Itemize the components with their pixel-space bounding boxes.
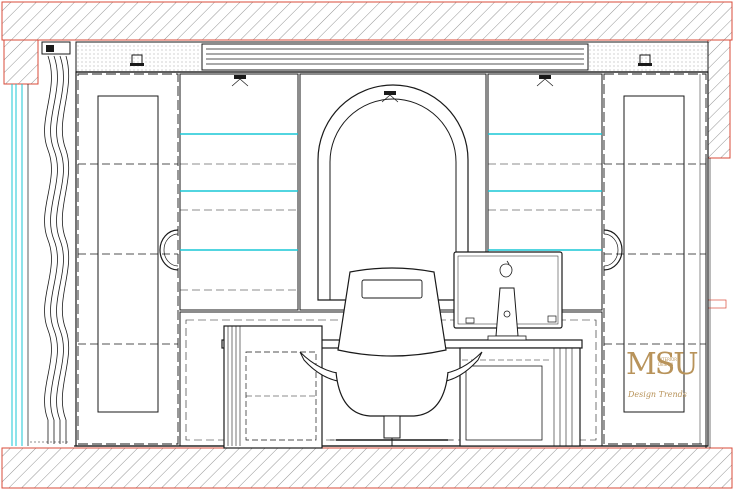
right-wall <box>705 39 731 448</box>
curtain-box <box>41 41 71 55</box>
spotlight-icon <box>381 91 399 103</box>
shelf-unit-left <box>179 73 299 311</box>
spotlight-icon <box>231 75 249 87</box>
curtain <box>30 55 70 444</box>
ceiling-slab <box>1 1 733 41</box>
monitor <box>453 251 563 341</box>
logo-tagline-line2: DESIGN <box>658 362 674 367</box>
ac-grille <box>201 43 589 71</box>
brand-logo: MSU INTERIOR DESIGN Design Trends <box>624 350 699 410</box>
logo-tagline: INTERIOR DESIGN <box>658 357 677 367</box>
left-wall <box>3 39 39 85</box>
cabinet-door-left <box>77 73 179 445</box>
floor-slab <box>1 447 733 489</box>
logo-signature: Design Trends <box>628 390 687 399</box>
window-glazing <box>11 84 29 446</box>
elevation-drawing <box>1 1 733 489</box>
spotlight-icon <box>536 75 554 87</box>
